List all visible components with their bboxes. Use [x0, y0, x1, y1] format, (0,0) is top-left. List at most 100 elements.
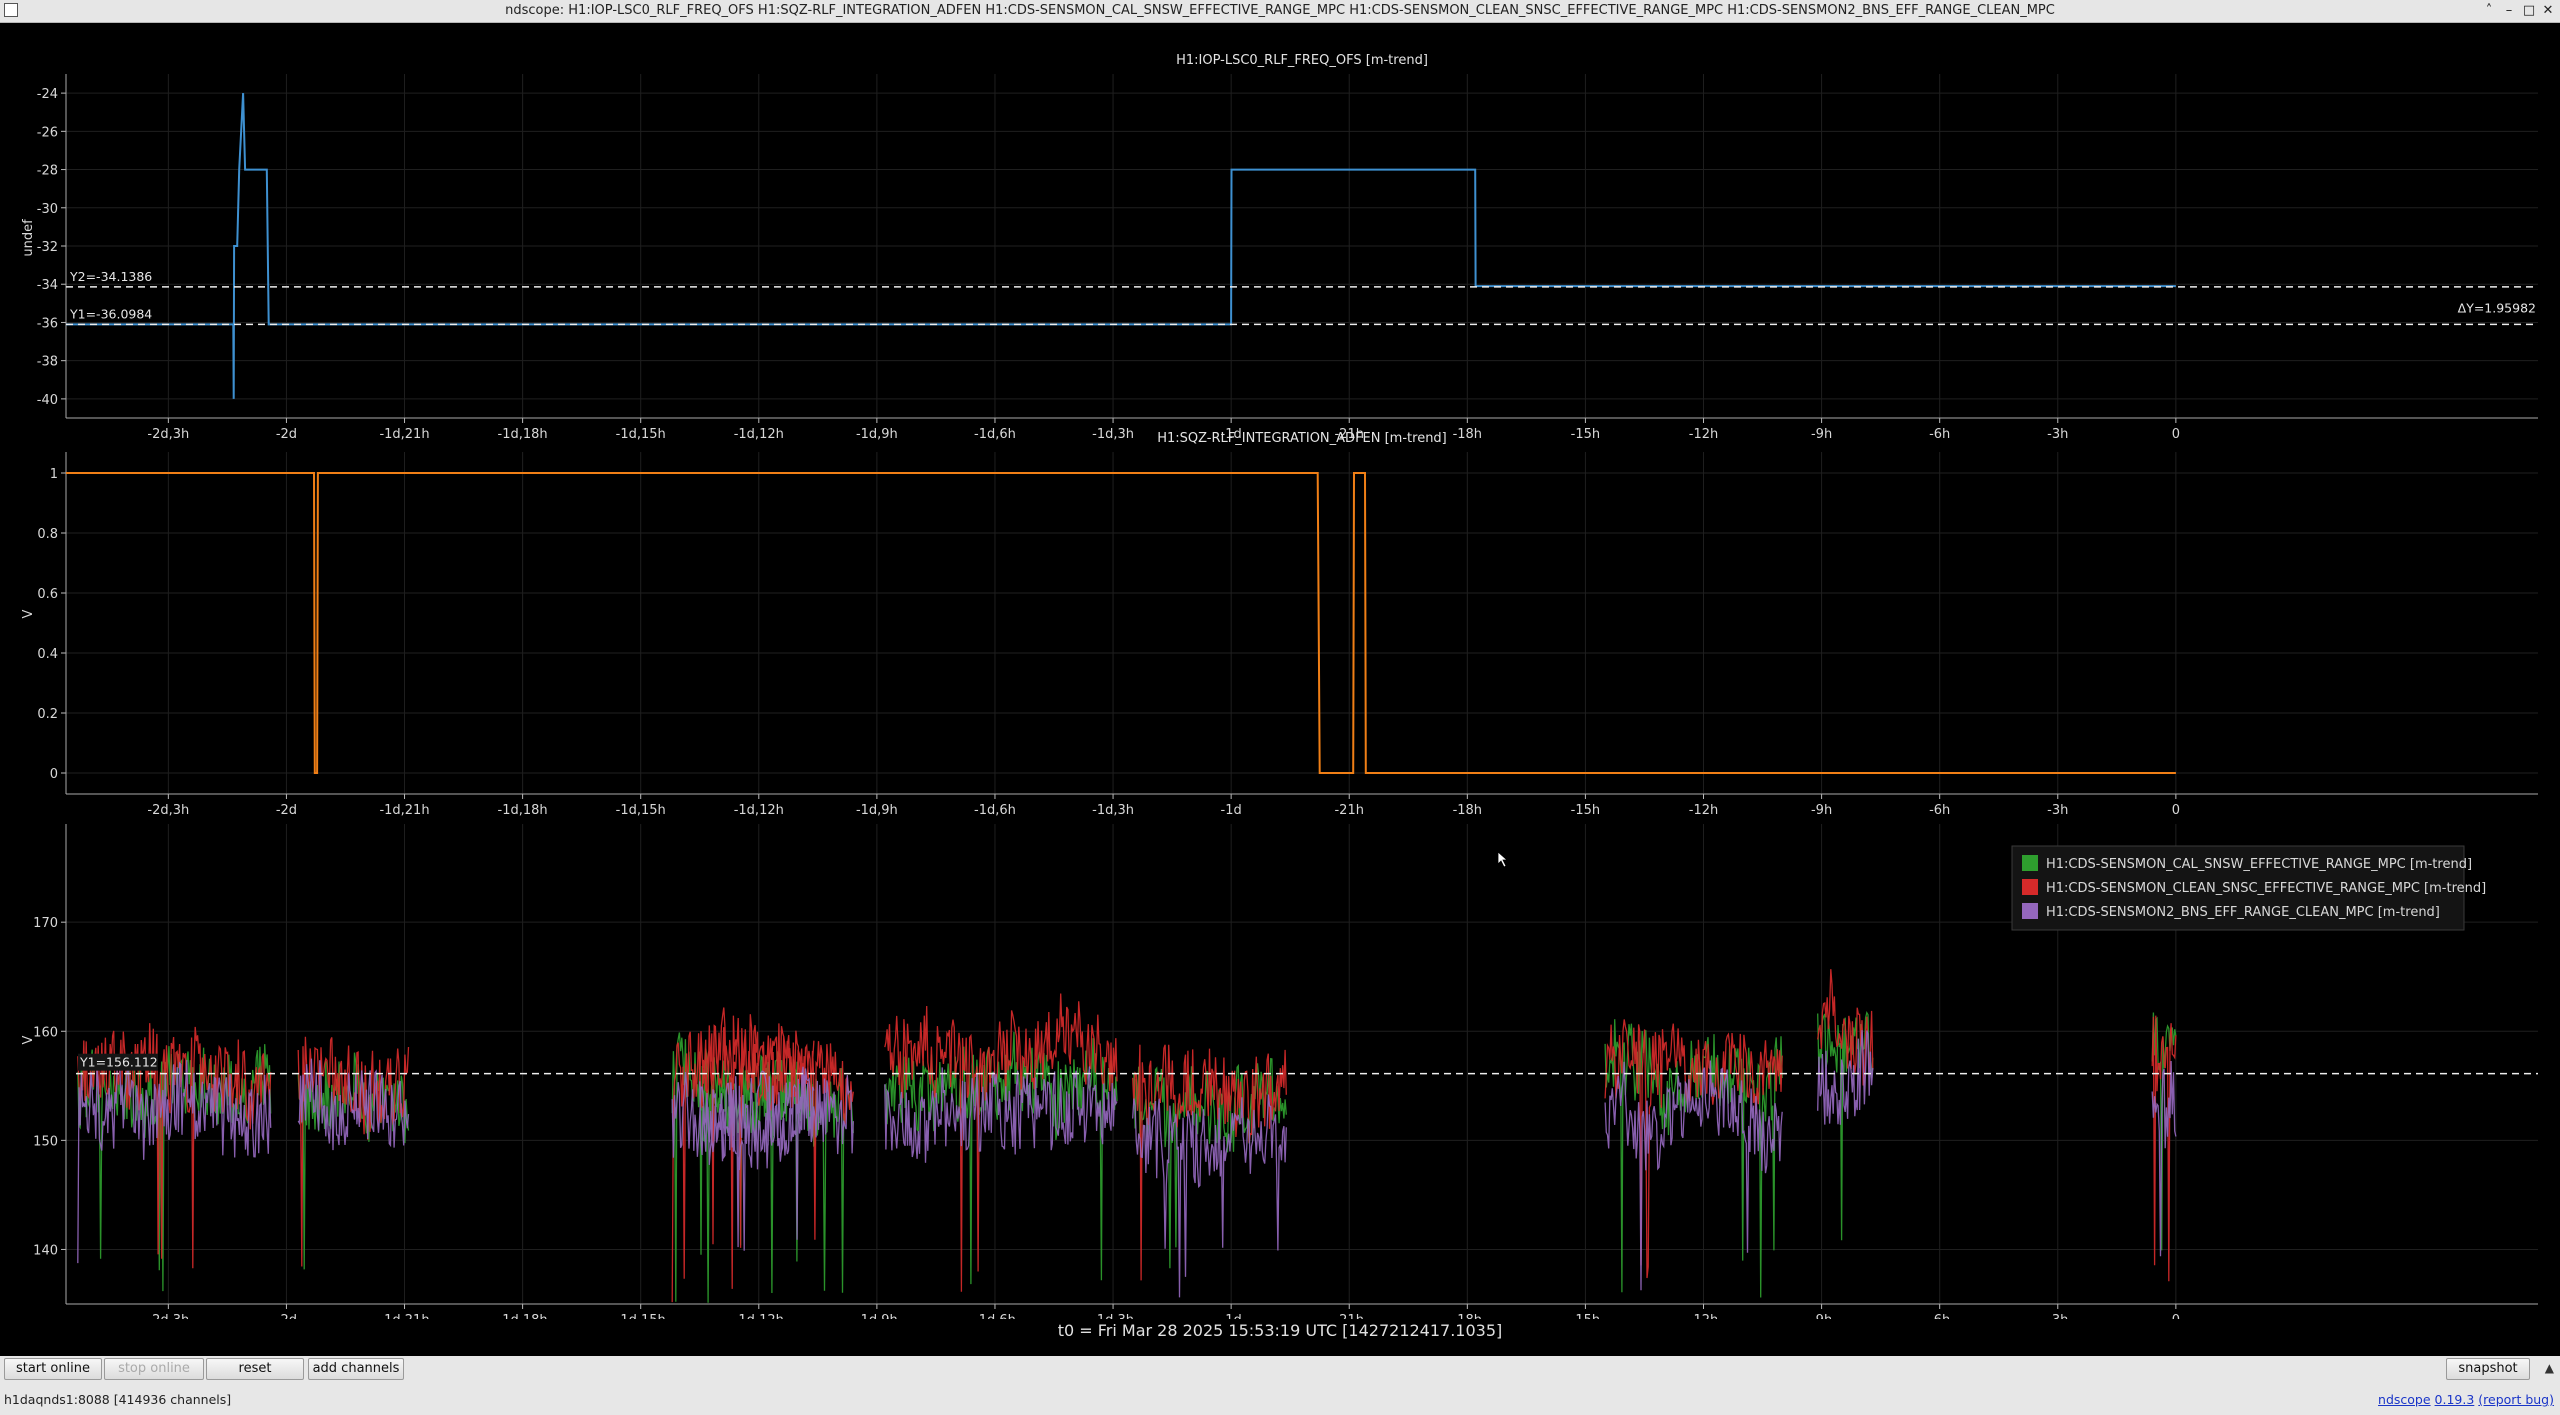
x-tick-label: -2d,3h	[147, 427, 189, 442]
x-tick-label: -1d	[1221, 803, 1242, 818]
plot-rlf-freq-ofs[interactable]: H1:IOP-LSC0_RLF_FREQ_OFS [m-trend] undef…	[21, 53, 2538, 442]
legend-swatch-cal-snsw	[2022, 855, 2038, 871]
x-tick-label: -21h	[1334, 803, 1363, 818]
x-tick-label: -1d	[1221, 1313, 1242, 1319]
x-tick-label: -1d,15h	[616, 803, 666, 818]
y-axis-label: undef	[21, 219, 36, 257]
x-tick-label: -1d,6h	[974, 427, 1016, 442]
x-tick-label: -1d,6h	[974, 1313, 1016, 1319]
snapshot-button[interactable]: snapshot	[2446, 1358, 2530, 1380]
plot-legend[interactable]: H1:CDS-SENSMON_CAL_SNSW_EFFECTIVE_RANGE_…	[2011, 845, 2486, 931]
x-tick-label: -1d,18h	[498, 427, 548, 442]
legend-label-bns-clean: H1:CDS-SENSMON2_BNS_EFF_RANGE_CLEAN_MPC …	[2046, 905, 2440, 920]
x-tick-label: -1d,18h	[498, 803, 548, 818]
close-button[interactable]: ✕	[2539, 2, 2557, 20]
legend-swatch-bns-clean	[2022, 903, 2038, 919]
report-bug-link[interactable]: (report bug)	[2478, 1392, 2554, 1407]
x-tick-label: -1d,9h	[856, 427, 898, 442]
legend-swatch-clean-snsc	[2022, 879, 2038, 895]
y-tick-label: -26	[37, 125, 58, 140]
cursor-y1-label: Y1=-36.0984	[69, 306, 152, 321]
version-info: ndscope 0.19.3 (report bug)	[2378, 1392, 2554, 1407]
x-tick-label: -9h	[1811, 803, 1832, 818]
x-tick-label: -1d,9h	[856, 803, 898, 818]
y-tick-label: -36	[37, 316, 58, 331]
y-tick-label: 0.2	[37, 707, 58, 722]
plot-area[interactable]: H1:IOP-LSC0_RLF_FREQ_OFS [m-trend] undef…	[0, 24, 2560, 1319]
y-tick-label: -38	[37, 355, 58, 370]
x-tick-label: -12h	[1689, 1313, 1718, 1319]
version-link[interactable]: 0.19.3	[2435, 1392, 2475, 1407]
x-tick-label: -18h	[1453, 803, 1482, 818]
plot-title: H1:IOP-LSC0_RLF_FREQ_OFS [m-trend]	[1176, 53, 1428, 68]
minimize-button[interactable]: –	[2500, 2, 2518, 20]
plot-title: H1:SQZ-RLF_INTEGRATION_ADFEN [m-trend]	[1157, 431, 1447, 446]
x-tick-label: -1d,6h	[974, 803, 1016, 818]
x-tick-label: -1d,21h	[379, 1313, 429, 1319]
x-tick-label: 0	[2172, 803, 2180, 818]
window-titlebar: ndscope: H1:IOP-LSC0_RLF_FREQ_OFS H1:SQZ…	[0, 0, 2560, 23]
x-tick-label: -2d	[276, 803, 297, 818]
x-tick-label: -1d,3h	[1092, 427, 1134, 442]
x-tick-label: -12h	[1689, 427, 1718, 442]
x-tick-label: 0	[2172, 1313, 2180, 1319]
y-tick-label: -34	[37, 278, 58, 293]
x-tick-label: -3h	[2047, 1313, 2068, 1319]
x-tick-label: -6h	[1929, 1313, 1950, 1319]
x-tick-label: -2d	[276, 427, 297, 442]
x-tick-label: -18h	[1453, 427, 1482, 442]
reset-button[interactable]: reset	[206, 1358, 304, 1380]
y-tick-label: -40	[37, 393, 58, 408]
y-tick-label: 170	[33, 916, 58, 931]
x-tick-label: -9h	[1811, 1313, 1832, 1319]
x-tick-label: -1d,15h	[616, 1313, 666, 1319]
y-tick-label: 160	[33, 1025, 58, 1040]
x-tick-label: -9h	[1811, 427, 1832, 442]
x-tick-label: -1d,12h	[734, 1313, 784, 1319]
t0-label: t0 = Fri Mar 28 2025 15:53:19 UTC [14272…	[1057, 1321, 1503, 1340]
x-tick-label: -1d,18h	[498, 1313, 548, 1319]
y-tick-label: 0.6	[37, 587, 58, 602]
x-tick-label: -1d,15h	[616, 427, 666, 442]
y-axis-label: V	[21, 609, 36, 618]
x-tick-label: -1d,12h	[734, 427, 784, 442]
x-tick-label: -1d,21h	[379, 803, 429, 818]
x-tick-label: -1d,3h	[1092, 1313, 1134, 1319]
x-tick-label: -2d,3h	[147, 1313, 189, 1319]
y-tick-label: -32	[37, 240, 58, 255]
stop-online-button: stop online	[104, 1358, 204, 1380]
window-title: ndscope: H1:IOP-LSC0_RLF_FREQ_OFS H1:SQZ…	[505, 3, 2055, 18]
x-tick-label: -6h	[1929, 427, 1950, 442]
collapse-panel-icon[interactable]: ▲	[2545, 1361, 2554, 1375]
x-tick-label: -12h	[1689, 803, 1718, 818]
y-tick-label: 150	[33, 1134, 58, 1149]
maximize-button[interactable]: □	[2520, 2, 2538, 20]
x-tick-label: -6h	[1929, 803, 1950, 818]
x-tick-label: -15h	[1571, 1313, 1600, 1319]
x-tick-label: -15h	[1571, 803, 1600, 818]
x-tick-label: -3h	[2047, 803, 2068, 818]
legend-label-cal-snsw: H1:CDS-SENSMON_CAL_SNSW_EFFECTIVE_RANGE_…	[2046, 857, 2472, 872]
ndscope-link[interactable]: ndscope	[2378, 1392, 2431, 1407]
plot-background[interactable]	[66, 452, 2538, 794]
y-tick-label: -24	[37, 87, 58, 102]
y-tick-label: 0	[50, 767, 58, 782]
y-tick-label: -28	[37, 164, 58, 179]
x-tick-label: 0	[2172, 427, 2180, 442]
x-tick-label: -18h	[1453, 1313, 1482, 1319]
x-tick-label: -2d,3h	[147, 803, 189, 818]
y-tick-label: 0.4	[37, 647, 58, 662]
start-online-button[interactable]: start online	[4, 1358, 102, 1380]
nds-status: h1daqnds1:8088 [414936 channels]	[4, 1392, 232, 1407]
x-tick-label: -15h	[1571, 427, 1600, 442]
x-tick-label: -1d,12h	[734, 803, 784, 818]
minimize-icon[interactable]: ˄	[2480, 2, 2498, 20]
y-tick-label: 0.8	[37, 527, 58, 542]
x-tick-label: -21h	[1334, 1313, 1363, 1319]
x-tick-label: -3h	[2047, 427, 2068, 442]
plot-rlf-integration-adfen[interactable]: H1:SQZ-RLF_INTEGRATION_ADFEN [m-trend] V…	[21, 431, 2538, 818]
y-tick-label: 1	[50, 467, 58, 482]
add-channels-button[interactable]: add channels	[308, 1358, 404, 1380]
x-tick-label: -1d,21h	[379, 427, 429, 442]
x-tick-label: -1d,9h	[856, 1313, 898, 1319]
